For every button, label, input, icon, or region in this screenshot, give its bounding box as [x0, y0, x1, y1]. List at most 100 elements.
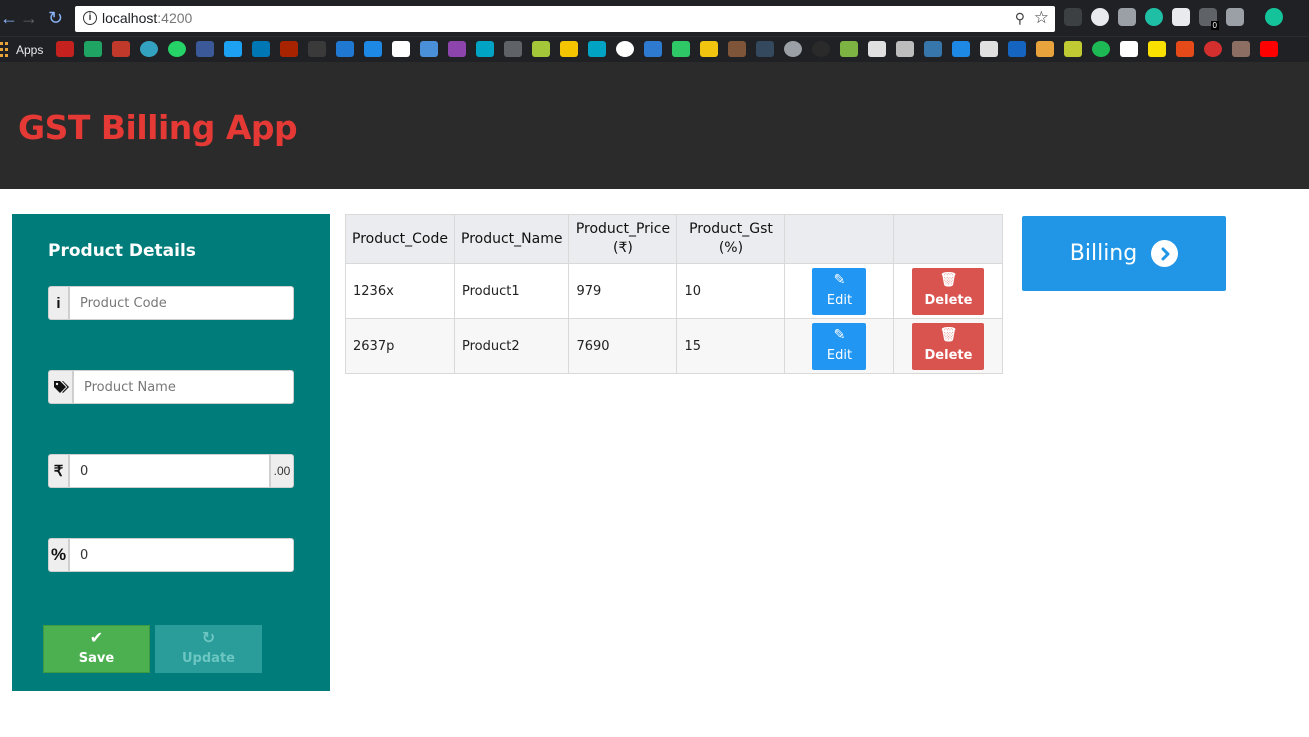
bookmark-icon[interactable] [980, 41, 998, 57]
facebook-icon[interactable] [196, 41, 214, 57]
extension-icon[interactable] [1118, 8, 1136, 26]
bookmark-icon[interactable] [1204, 41, 1222, 57]
bookmark-icon[interactable] [392, 41, 410, 57]
bookmark-icon[interactable] [840, 41, 858, 57]
bookmark-icon[interactable] [812, 41, 830, 57]
zoom-icon[interactable]: ⚲ [1015, 10, 1025, 27]
cell-edit: ✎ Edit [784, 263, 895, 319]
billing-button[interactable]: Billing [1022, 216, 1226, 291]
bookmark-icon[interactable] [448, 41, 466, 57]
update-button[interactable]: ↻ Update [155, 625, 262, 673]
bookmark-icon[interactable] [476, 41, 494, 57]
bookmark-icon[interactable] [308, 41, 326, 57]
cell-name: Product1 [453, 263, 570, 319]
cell-price: 979 [568, 263, 678, 319]
cell-gst: 15 [676, 318, 786, 374]
cell-price: 7690 [568, 318, 678, 374]
check-icon: ✔ [89, 628, 104, 647]
table-row: 1236x Product1 979 10 ✎ Edit 🗑 Delete [345, 263, 1004, 319]
bookmark-apps[interactable]: Apps [0, 40, 43, 60]
tags-icon [48, 370, 73, 404]
bookmark-icon[interactable] [1036, 41, 1054, 57]
python-icon[interactable] [924, 41, 942, 57]
bookmark-icon[interactable] [504, 41, 522, 57]
billing-label: Billing [1069, 241, 1138, 266]
bookmark-icon[interactable] [140, 41, 158, 57]
trash-icon: 🗑 [939, 271, 958, 288]
bookmark-icon[interactable] [1176, 41, 1194, 57]
extension-icon[interactable] [1091, 8, 1109, 26]
gmail-icon[interactable] [56, 41, 74, 57]
whatsapp-icon[interactable] [168, 41, 186, 57]
cell-gst: 10 [676, 263, 786, 319]
bookmark-icon[interactable] [560, 41, 578, 57]
bookmark-icon[interactable] [1092, 41, 1110, 57]
bookmark-icon[interactable] [1008, 41, 1026, 57]
android-icon[interactable] [532, 41, 550, 57]
flipkart-icon[interactable] [1148, 41, 1166, 57]
header-product-name: Product_Name [453, 214, 570, 264]
cell-edit: ✎ Edit [784, 318, 895, 374]
drive-icon[interactable] [84, 41, 102, 57]
back-icon[interactable]: ← [0, 8, 18, 28]
bookmark-icon[interactable] [728, 41, 746, 57]
delete-button[interactable]: 🗑 Delete [912, 322, 985, 370]
youtube-icon[interactable] [1260, 41, 1278, 57]
delete-label: Delete [924, 347, 973, 363]
app-header: GST Billing App [0, 62, 1309, 189]
header-edit [784, 214, 895, 264]
quora-icon[interactable] [280, 41, 298, 57]
delete-label: Delete [924, 292, 973, 308]
product-gst-input[interactable] [69, 538, 294, 572]
edit-button[interactable]: ✎ Edit [812, 267, 867, 315]
chevron-right-circle-icon [1151, 240, 1179, 267]
bookmark-icon[interactable] [420, 41, 438, 57]
apps-grid-icon [0, 42, 10, 58]
bookmark-icon[interactable] [364, 41, 382, 57]
header-delete [893, 214, 1004, 264]
bookmark-icon[interactable] [112, 41, 130, 57]
address-bar[interactable]: i localhost:4200 ⚲ ☆ [75, 6, 1055, 32]
product-price-field: ₹ .00 [48, 454, 294, 488]
bookmark-icon[interactable] [1232, 41, 1250, 57]
product-price-input[interactable] [69, 454, 270, 488]
extension-icon[interactable]: 0 [1199, 8, 1219, 30]
bookmark-icon[interactable] [784, 41, 802, 57]
bookmark-icon[interactable] [616, 41, 634, 57]
panel-title: Product Details [48, 241, 196, 261]
bookmark-icon[interactable] [896, 41, 914, 57]
site-info-icon[interactable]: i [83, 11, 97, 25]
forward-icon[interactable]: → [20, 8, 38, 28]
bookmark-icon[interactable] [868, 41, 886, 57]
bookmark-icon[interactable] [336, 41, 354, 57]
cell-name: Product2 [453, 318, 570, 374]
bookmark-icon[interactable] [588, 41, 606, 57]
extension-icon[interactable] [1172, 8, 1190, 26]
extension-icon[interactable] [1064, 8, 1082, 26]
grammarly-icon[interactable] [1265, 8, 1283, 26]
reload-icon[interactable]: ↻ [48, 8, 63, 28]
edit-button[interactable]: ✎ Edit [812, 322, 867, 370]
edit-icon: ✎ [833, 326, 846, 343]
update-label: Update [182, 651, 235, 666]
header-product-code: Product_Code [345, 214, 455, 264]
bookmark-icon[interactable] [756, 41, 774, 57]
amazon-icon[interactable] [1120, 41, 1138, 57]
product-name-input[interactable] [73, 370, 294, 404]
app-title: GST Billing App [18, 108, 298, 147]
save-button[interactable]: ✔ Save [43, 625, 150, 673]
bookmark-icon[interactable] [1064, 41, 1082, 57]
delete-button[interactable]: 🗑 Delete [912, 267, 985, 315]
linkedin-icon[interactable] [252, 41, 270, 57]
bookmark-icon[interactable] [644, 41, 662, 57]
twitter-icon[interactable] [224, 41, 242, 57]
trash-icon: 🗑 [939, 326, 958, 343]
extension-icon[interactable] [1226, 8, 1244, 26]
cell-code: 1236x [345, 263, 455, 319]
bookmark-icon[interactable] [952, 41, 970, 57]
bookmark-icon[interactable] [700, 41, 718, 57]
product-code-input[interactable] [69, 286, 294, 320]
extension-icon[interactable] [1145, 8, 1163, 26]
bookmark-star-icon[interactable]: ☆ [1034, 8, 1049, 28]
hackerrank-icon[interactable] [672, 41, 690, 57]
